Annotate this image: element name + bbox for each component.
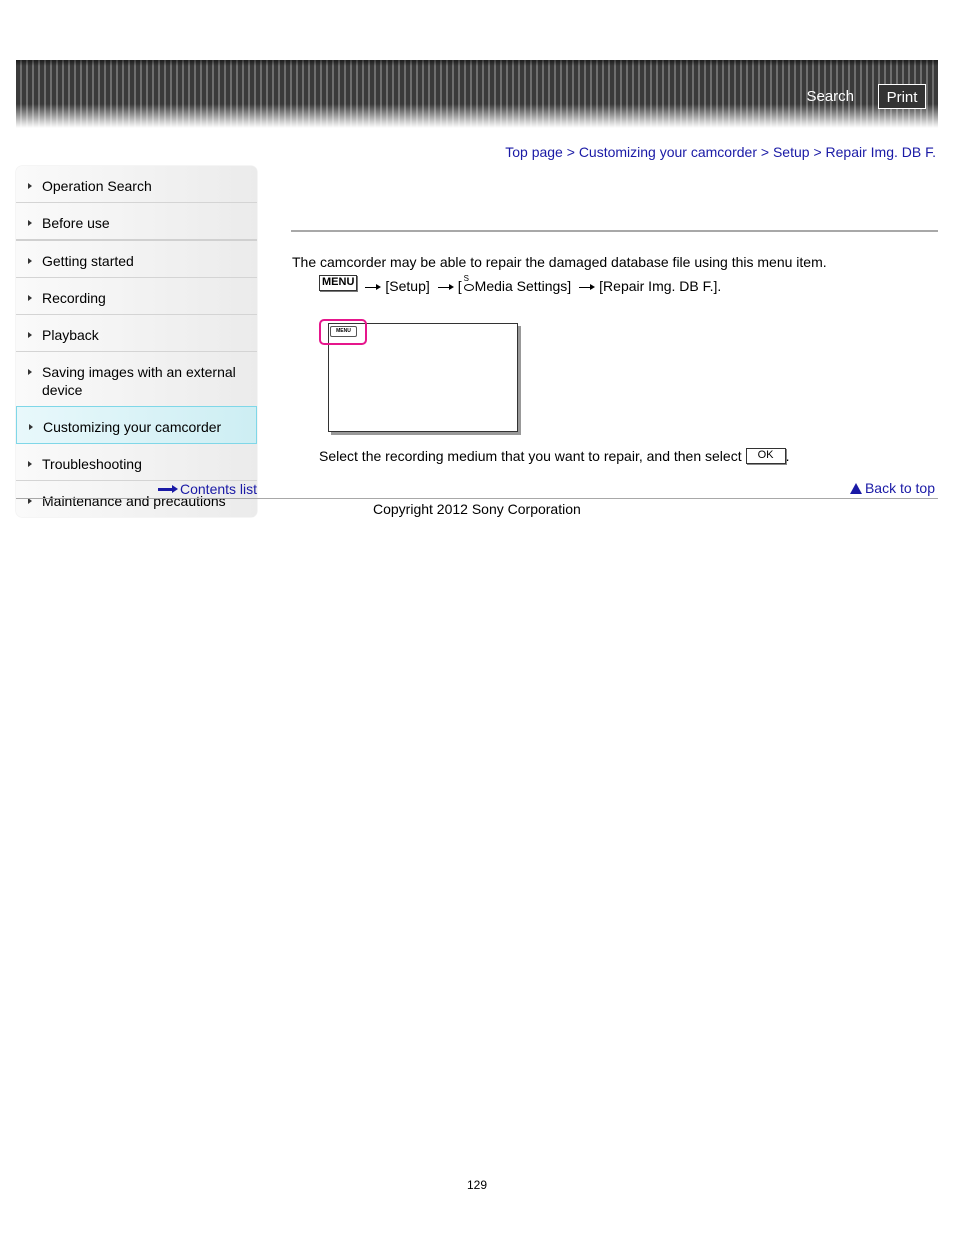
sidebar-item-getting-started[interactable]: Getting started [16,241,257,278]
instruction-text: Select the recording medium that you wan… [319,448,742,464]
breadcrumb-setup[interactable]: Setup [773,144,810,160]
sidebar-item-label: Troubleshooting [42,456,142,472]
intro-text: The camcorder may be able to repair the … [292,254,827,270]
breadcrumb-customizing[interactable]: Customizing your camcorder [579,144,757,160]
header-bar: Search Print [16,60,938,128]
triangle-right-icon [28,332,32,338]
breadcrumb-top-page[interactable]: Top page [505,144,563,160]
arrow-right-icon [365,283,382,290]
contents-list-link[interactable]: Contents list [158,481,257,497]
sidebar-item-playback[interactable]: Playback [16,315,257,352]
triangle-right-icon [28,461,32,467]
sidebar-item-label: Operation Search [42,178,152,194]
sidebar-item-label: Recording [42,290,106,306]
sidebar-item-saving-images[interactable]: Saving images with an external device [16,352,257,407]
breadcrumb-separator: > [813,144,826,160]
triangle-right-icon [28,369,32,375]
sidebar-item-label: Playback [42,327,99,343]
sidebar-item-label: Customizing your camcorder [43,419,222,435]
menu-key-icon: MENU [319,275,358,291]
triangle-right-icon [28,295,32,301]
sidebar-item-before-use[interactable]: Before use [16,203,257,241]
arrow-right-icon [437,283,454,290]
path-step-setup: [Setup] [385,278,430,294]
triangle-right-icon [28,220,32,226]
triangle-right-icon [28,183,32,189]
sidebar-item-label: Saving images with an external device [42,364,236,398]
page-number: 129 [466,1178,488,1192]
back-to-top-label: Back to top [864,480,935,496]
triangle-up-icon [849,482,862,494]
footer-divider [16,498,938,499]
menu-path: MENU [Setup] [ S Media Settings] [Repair… [319,274,722,294]
sidebar-item-customizing[interactable]: Customizing your camcorder [16,406,257,444]
instruction-step: Select the recording medium that you wan… [319,448,789,464]
ok-button-icon: OK [745,448,786,464]
sidebar-nav: Operation Search Before use Getting star… [16,166,257,517]
breadcrumb-separator: > [760,144,773,160]
sidebar-item-recording[interactable]: Recording [16,278,257,315]
path-step-media-settings: Media Settings] [474,278,572,294]
back-to-top-link[interactable]: Back to top [849,480,935,496]
instruction-end: . [785,448,790,464]
contents-list-label: Contents list [180,481,258,497]
sidebar-item-label: Before use [42,215,110,231]
sidebar-item-troubleshooting[interactable]: Troubleshooting [16,444,257,481]
print-button[interactable]: Print [878,84,926,109]
media-settings-icon: S [462,274,475,293]
path-step-repair: [Repair Img. DB F.]. [599,278,722,294]
highlight-frame [319,319,367,345]
title-divider [291,230,938,232]
breadcrumb: Top page > Customizing your camcorder > … [505,144,936,160]
triangle-right-icon [28,258,32,264]
breadcrumb-repair-img-db[interactable]: Repair Img. DB F. [826,144,936,160]
sidebar-item-operation-search[interactable]: Operation Search [16,166,257,203]
copyright-text: Copyright 2012 Sony Corporation [373,501,581,517]
breadcrumb-separator: > [566,144,579,160]
arrow-right-icon [158,484,178,493]
search-link[interactable]: Search [806,88,854,105]
header-shade [16,60,938,66]
arrow-right-icon [579,283,596,290]
triangle-right-icon [29,424,33,430]
sidebar-item-label: Getting started [42,253,134,269]
